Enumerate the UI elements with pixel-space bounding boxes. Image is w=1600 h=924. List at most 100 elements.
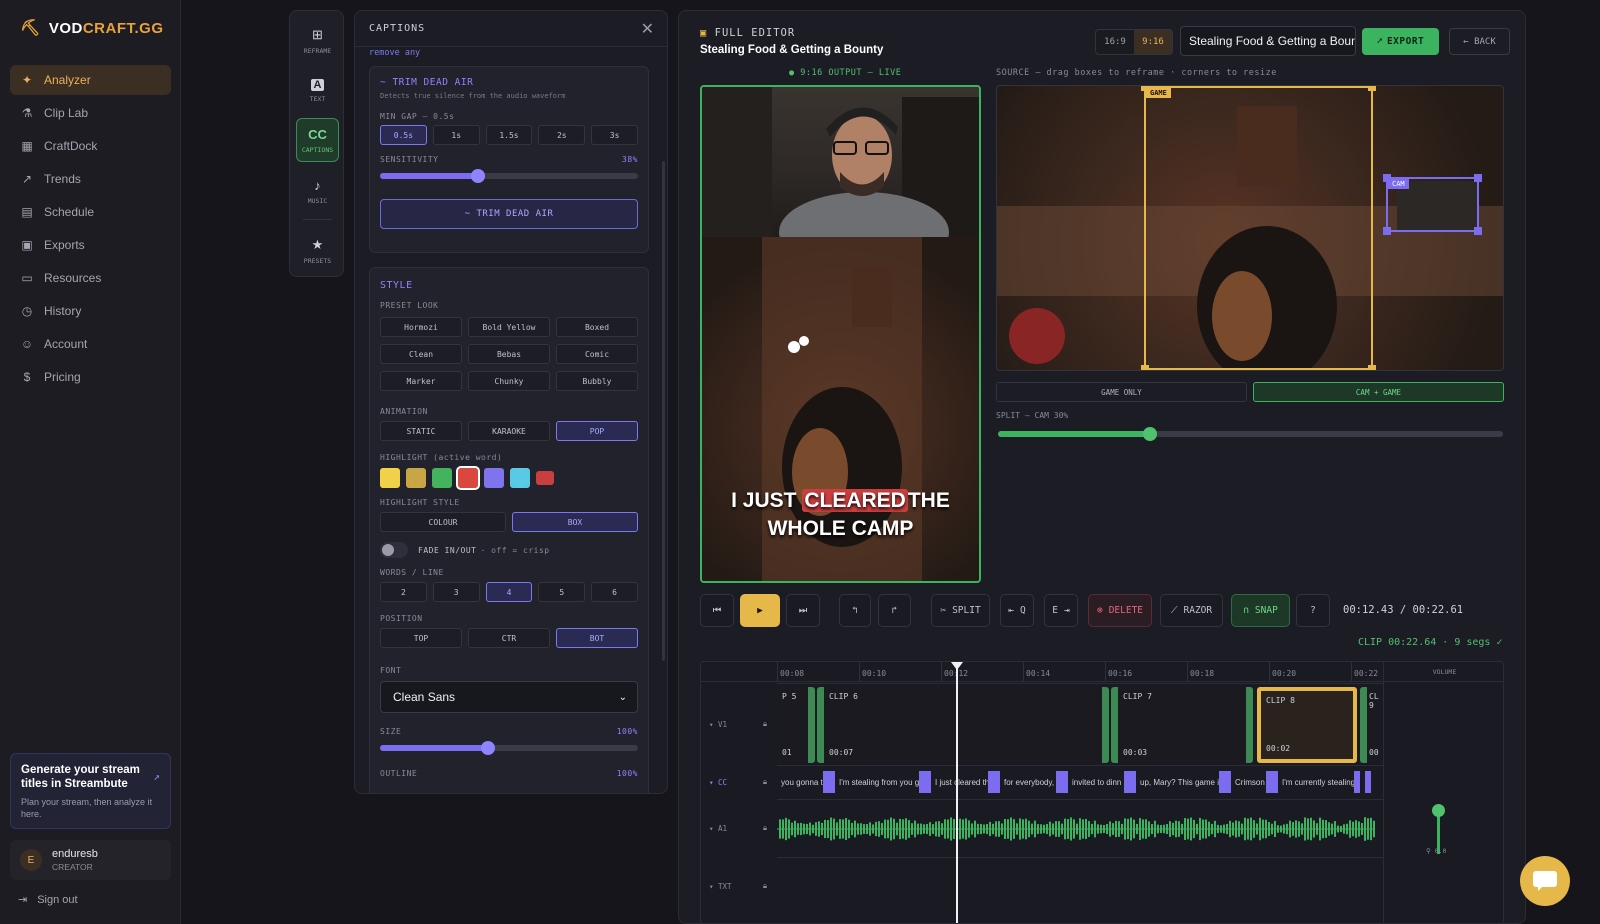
sidebar-item-account[interactable]: ☺ Account [10, 329, 171, 359]
sidebar-item-trends[interactable]: ↗ Trends [10, 164, 171, 194]
highlight-swatch[interactable] [380, 468, 400, 488]
tool-music[interactable]: ♪ MUSIC [296, 169, 339, 213]
ratio-16-9[interactable]: 16:9 [1096, 30, 1134, 54]
caption-segment[interactable]: I just cleared the [925, 771, 994, 793]
sensitivity-slider[interactable] [380, 169, 638, 183]
sidebar-item-schedule[interactable]: ▤ Schedule [10, 197, 171, 227]
animation-static[interactable]: STATIC [380, 421, 462, 441]
highlight-style-box[interactable]: BOX [512, 512, 638, 532]
split-slider[interactable] [998, 427, 1503, 441]
tool-text[interactable]: A TEXT [296, 69, 339, 113]
gap-option[interactable]: 0.5s [380, 125, 427, 145]
lock-icon[interactable]: 🔒︎ [763, 823, 767, 833]
redo-button[interactable]: ↱ [878, 594, 911, 627]
cam-crop-box[interactable]: CAM [1383, 174, 1482, 235]
position-bottom[interactable]: BOT [556, 628, 638, 648]
sidebar-item-analyzer[interactable]: ✦ Analyzer [10, 65, 171, 95]
words-option[interactable]: 3 [432, 582, 480, 602]
preset-bubbly[interactable]: Bubbly [556, 371, 638, 391]
sidebar-item-craftdock[interactable]: ▦ CraftDock [10, 131, 171, 161]
position-top[interactable]: TOP [380, 628, 462, 648]
position-center[interactable]: CTR [468, 628, 550, 648]
skip-back-button[interactable]: ⏮ [700, 594, 734, 627]
preset-bold-yellow[interactable]: Bold Yellow [468, 317, 550, 337]
preset-comic[interactable]: Comic [556, 344, 638, 364]
sidebar-item-exports[interactable]: ▣ Exports [10, 230, 171, 260]
words-option[interactable]: 5 [538, 582, 586, 602]
snap-button[interactable]: ∩ SNAP [1231, 594, 1290, 627]
preset-marker[interactable]: Marker [380, 371, 462, 391]
gap-option[interactable]: 2s [538, 125, 586, 145]
words-option[interactable]: 4 [485, 582, 533, 602]
layout-cam-game[interactable]: CAM + GAME [1253, 382, 1504, 402]
caption-segment[interactable]: Crimson D [1225, 771, 1272, 793]
highlight-swatch[interactable] [510, 468, 530, 488]
clip[interactable]: CLIP 6 00:07 [817, 687, 1109, 763]
font-select[interactable]: Clean Sans ⌄ [380, 681, 638, 713]
highlight-swatch[interactable] [456, 466, 480, 490]
highlight-style-colour[interactable]: COLOUR [380, 512, 506, 532]
tool-captions[interactable]: CC CAPTIONS [296, 118, 339, 162]
playhead[interactable] [956, 662, 958, 923]
gap-option[interactable]: 1s [432, 125, 480, 145]
highlight-swatch[interactable] [484, 468, 504, 488]
streambute-promo[interactable]: Generate your stream titles in Streambut… [10, 753, 171, 829]
delete-button[interactable]: ⊗ DELETE [1088, 594, 1152, 627]
resize-handle[interactable] [1383, 174, 1391, 182]
clip-title-input[interactable]: Stealing Food & Getting a Bounty [1180, 26, 1356, 56]
split-button[interactable]: ✂ SPLIT [931, 594, 990, 627]
sidebar-item-clip-lab[interactable]: ⚗ Clip Lab [10, 98, 171, 128]
sign-out-link[interactable]: ⇥ Sign out [18, 893, 78, 907]
caption-segment[interactable]: I'm stealing from you gu [829, 771, 925, 793]
resize-handle[interactable] [1368, 365, 1376, 370]
game-crop-box[interactable]: GAME [1141, 86, 1376, 370]
highlight-swatch[interactable] [432, 468, 452, 488]
clip-selected[interactable]: CLIP 8 00:02 [1257, 687, 1357, 763]
highlight-swatch[interactable] [406, 468, 426, 488]
resize-handle[interactable] [1141, 86, 1149, 91]
preset-hormozi[interactable]: Hormozi [380, 317, 462, 337]
timeline[interactable]: 00:0800:1000:1200:1400:1600:1800:2000:22… [700, 661, 1504, 923]
preset-clean[interactable]: Clean [380, 344, 462, 364]
resize-handle[interactable] [1383, 227, 1391, 235]
gap-option[interactable]: 3s [591, 125, 638, 145]
words-option[interactable]: 2 [380, 582, 427, 602]
close-icon[interactable]: ✕ [641, 19, 655, 39]
lock-icon[interactable]: 🔒︎ [763, 881, 767, 891]
animation-pop[interactable]: POP [556, 421, 638, 441]
sidebar-item-history[interactable]: ◷ History [10, 296, 171, 326]
resize-handle[interactable] [1474, 227, 1482, 235]
resize-handle[interactable] [1474, 174, 1482, 182]
words-option[interactable]: 6 [591, 582, 638, 602]
tool-presets[interactable]: ★ PRESETS [296, 229, 339, 273]
volume-knob[interactable] [1432, 804, 1445, 817]
sidebar-item-resources[interactable]: ▭ Resources [10, 263, 171, 293]
panel-scrollbar[interactable] [662, 161, 665, 661]
skip-forward-button[interactable]: ⏭ [786, 594, 820, 627]
lock-icon[interactable]: 🔒︎ [763, 719, 767, 729]
caption-segment[interactable] [1365, 771, 1373, 793]
caption-segment[interactable]: up, Mary? This game is [1130, 771, 1225, 793]
source-frame[interactable]: GAME CAM [996, 85, 1504, 371]
ratio-9-16[interactable]: 9:16 [1134, 30, 1172, 54]
razor-button[interactable]: ⟋ RAZOR [1160, 594, 1223, 627]
preset-boxed[interactable]: Boxed [556, 317, 638, 337]
clip[interactable]: CLIP 7 00:03 [1111, 687, 1253, 763]
layout-game-only[interactable]: GAME ONLY [996, 382, 1247, 402]
clip[interactable]: P 5 01 [777, 687, 815, 763]
animation-karaoke[interactable]: KARAOKE [468, 421, 550, 441]
back-button[interactable]: ← BACK [1449, 28, 1510, 55]
playhead-handle[interactable] [951, 662, 963, 670]
caption-segment[interactable]: invited to dinn [1062, 771, 1130, 793]
resize-handle[interactable] [1141, 365, 1149, 370]
resize-handle[interactable] [1368, 86, 1376, 91]
caption-segment[interactable]: you gonna te [777, 771, 829, 793]
help-button[interactable]: ? [1296, 594, 1330, 627]
fade-toggle[interactable] [380, 542, 408, 558]
size-slider[interactable] [380, 741, 638, 755]
lock-icon[interactable]: 🔒︎ [763, 777, 767, 787]
undo-button[interactable]: ↰ [839, 594, 871, 627]
output-preview[interactable]: I JUST CLEAREDTHE WHOLE CAMP [700, 85, 981, 583]
caption-segment[interactable]: I'm currently stealing [1272, 771, 1360, 793]
caption-segment[interactable]: for everybody, a [994, 771, 1062, 793]
